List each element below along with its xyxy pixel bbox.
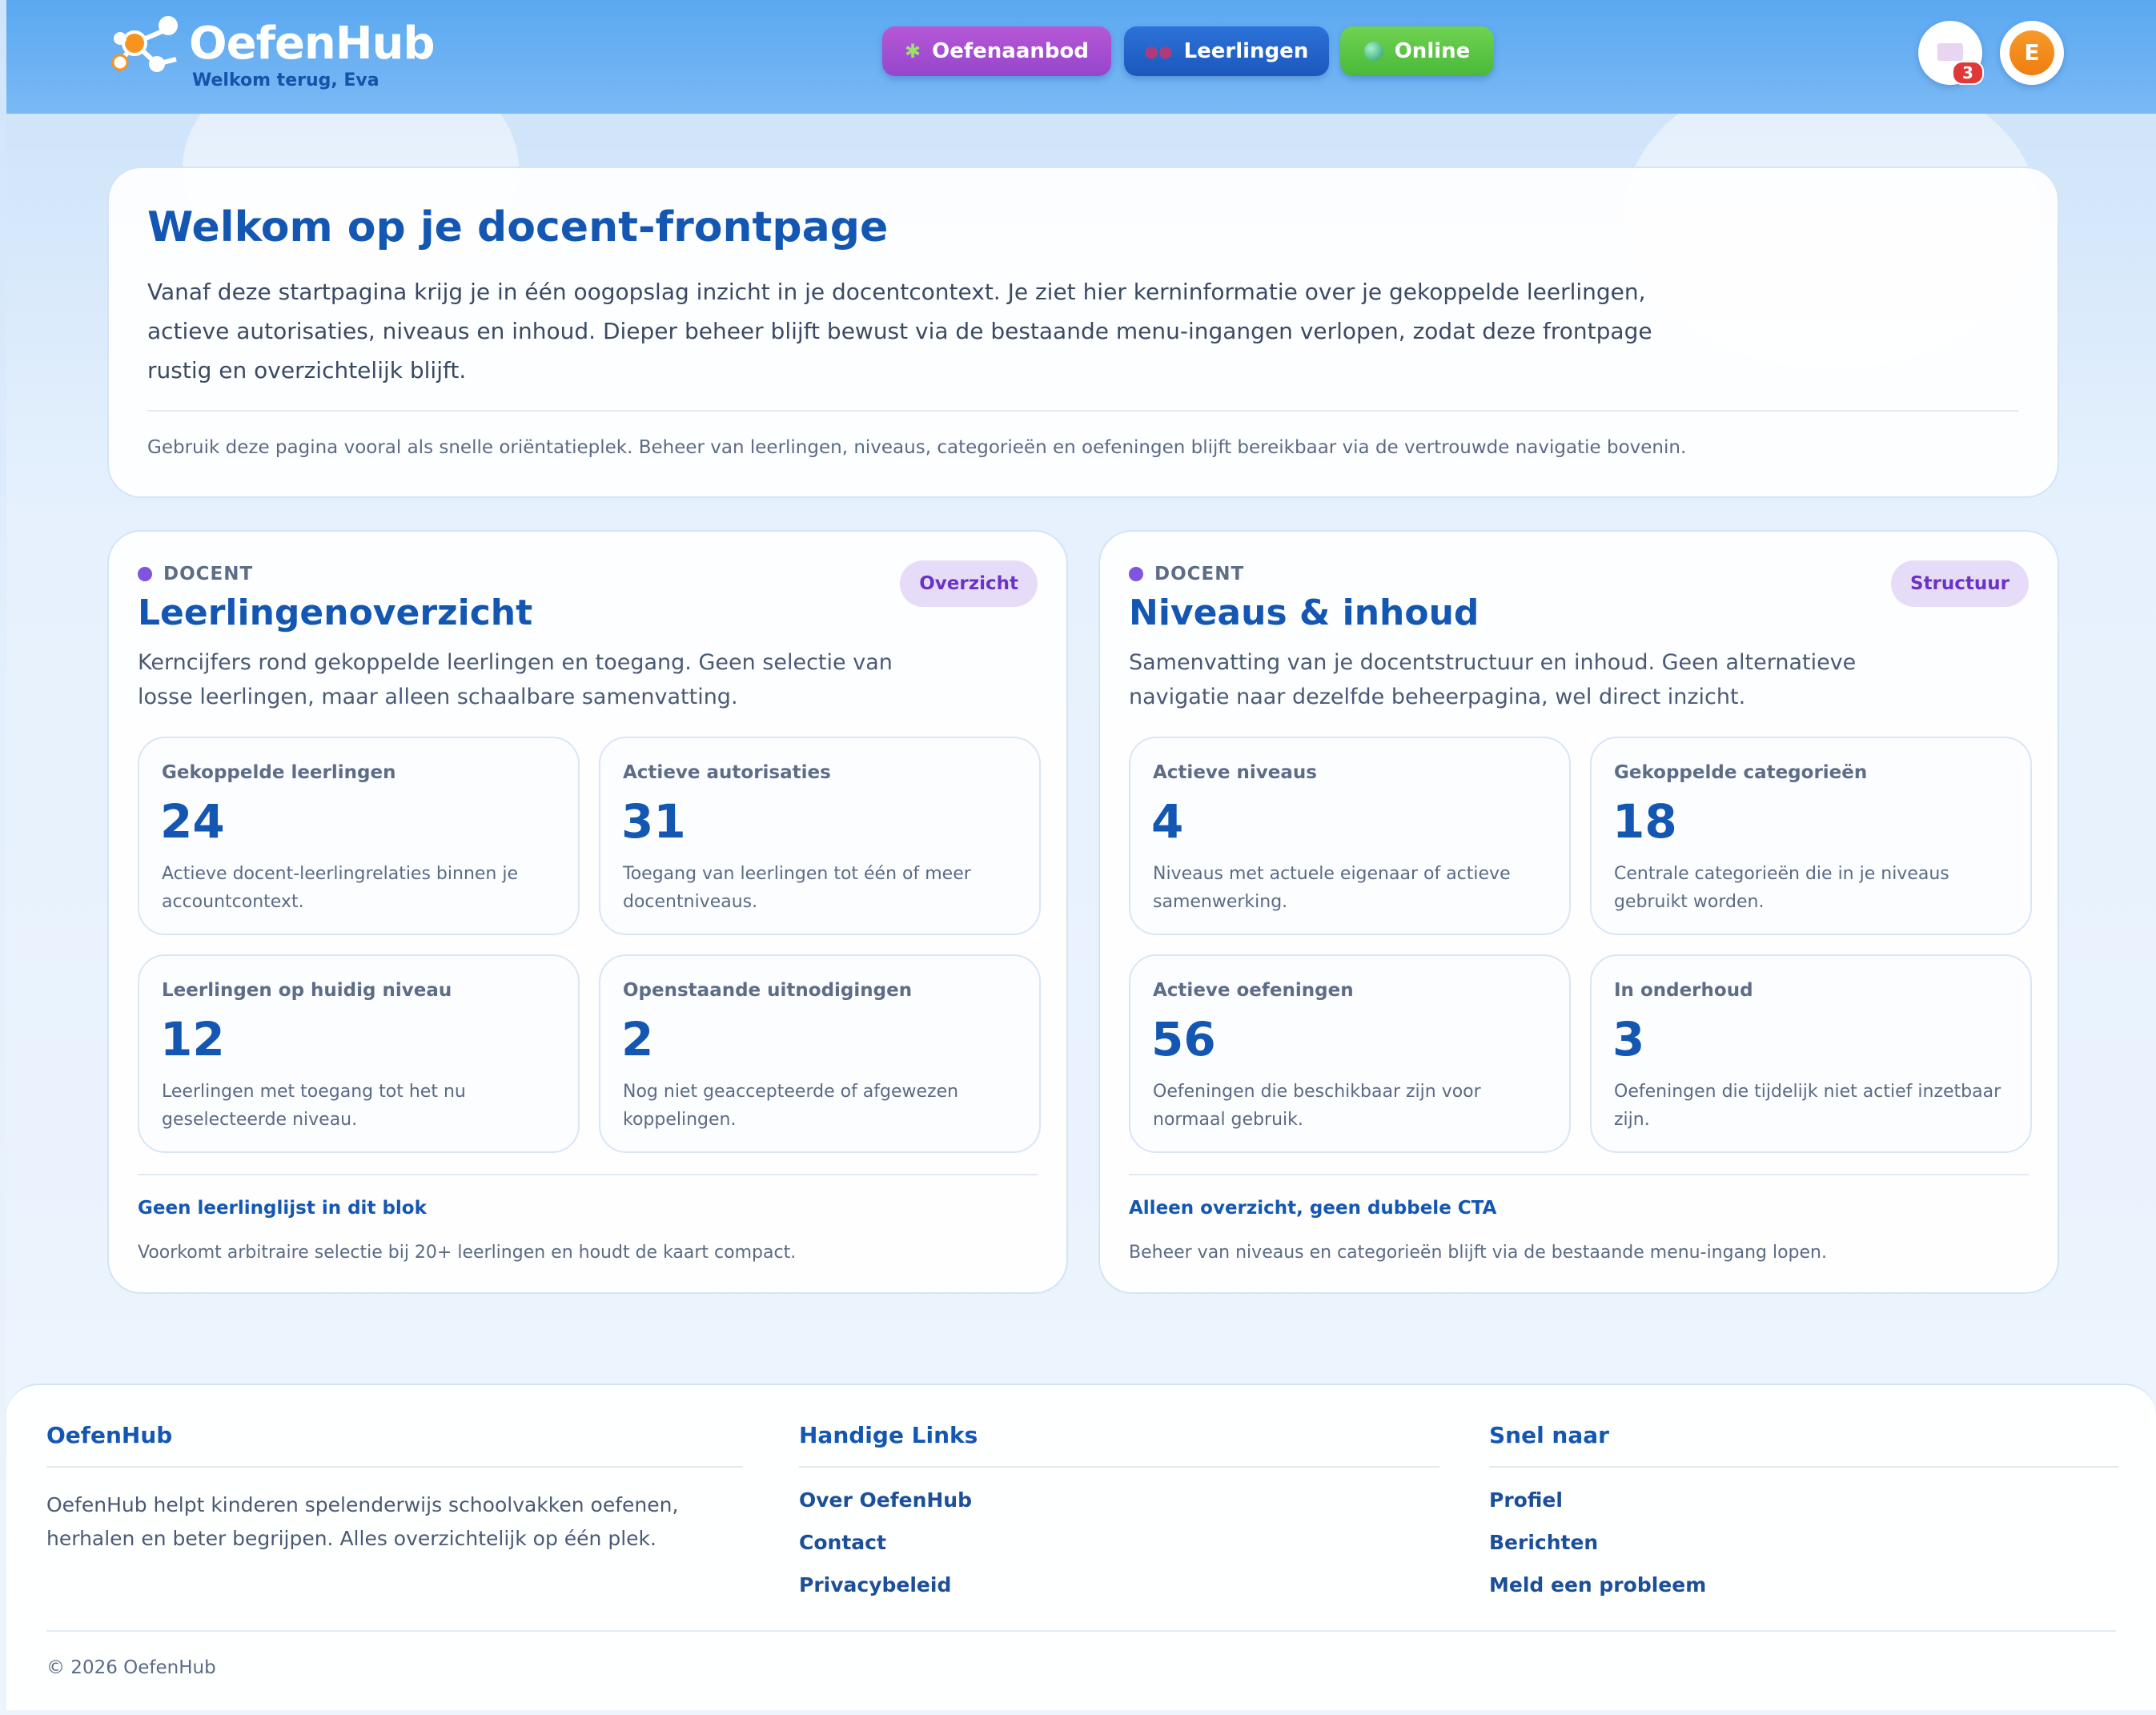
divider	[1129, 1174, 2029, 1175]
stat-value: 3	[1612, 1012, 1645, 1066]
logo-icon[interactable]	[110, 11, 200, 80]
stat-description: Oefeningen die tijdelijk niet actief inz…	[1614, 1082, 2001, 1130]
divider	[147, 410, 2019, 412]
divider	[138, 1174, 1038, 1175]
card-kicker: DOCENT	[138, 564, 253, 584]
messages-button[interactable]: 3	[1918, 21, 1984, 85]
footer-link-profile[interactable]: Profiel	[1489, 1488, 2118, 1512]
people-icon: ●●	[1144, 42, 1173, 61]
footer-link-about[interactable]: Over OefenHub	[799, 1488, 1439, 1512]
stat-tile: In onderhoud 3 Oefeningen die tijdelijk …	[1590, 954, 2032, 1153]
unread-badge: 3	[1952, 61, 1984, 85]
globe-icon	[1363, 42, 1383, 61]
stat-tile: Openstaande uitnodigingen 2 Nog niet gea…	[599, 954, 1041, 1153]
stat-tile: Actieve niveaus 4 Niveaus met actuele ei…	[1129, 737, 1571, 935]
footer-heading: Handige Links	[799, 1422, 978, 1448]
footer-link-messages[interactable]: Berichten	[1489, 1531, 2118, 1554]
stat-description: Toegang van leerlingen tot één of meer d…	[623, 864, 971, 912]
card-footer-note: Beheer van niveaus en categorieën blijft…	[1129, 1243, 1827, 1263]
stat-label: Actieve niveaus	[1153, 762, 1317, 783]
stat-description: Niveaus met actuele eigenaar of actieve …	[1153, 864, 1511, 912]
card-footer-note: Voorkomt arbitraire selectie bij 20+ lee…	[138, 1243, 797, 1263]
footer-link-contact[interactable]: Contact	[799, 1531, 1439, 1554]
stat-tile: Leerlingen op huidig niveau 12 Leerlinge…	[138, 954, 580, 1153]
stat-value: 31	[621, 794, 686, 849]
divider	[799, 1466, 1439, 1468]
divider	[46, 1630, 2116, 1632]
card-title: Niveaus & inhoud	[1129, 592, 1479, 633]
welcome-panel: Welkom op je docent-frontpage Vanaf deze…	[107, 167, 2059, 498]
footer-heading: OefenHub	[46, 1422, 173, 1448]
user-menu-button[interactable]: E	[2000, 21, 2064, 85]
stat-label: Actieve autorisaties	[623, 762, 831, 783]
kicker-label: DOCENT	[163, 564, 254, 584]
card-footer-title: Geen leerlinglijst in dit blok	[138, 1198, 427, 1219]
nav-label: Leerlingen	[1183, 39, 1309, 63]
nav-oefenaanbod-button[interactable]: ✱ Oefenaanbod	[882, 26, 1111, 76]
stat-value: 12	[160, 1012, 225, 1066]
stat-label: Gekoppelde categorieën	[1614, 762, 1868, 783]
divider	[46, 1466, 743, 1468]
stat-value: 4	[1151, 794, 1184, 849]
stat-value: 24	[160, 794, 225, 849]
card-description: Kerncijfers rond gekoppelde leerlingen e…	[138, 650, 893, 709]
stat-tile: Gekoppelde categorieën 18 Centrale categ…	[1590, 737, 2032, 935]
nav-label: Oefenaanbod	[932, 39, 1089, 63]
nav-label: Online	[1394, 39, 1471, 63]
footer-about: OefenHub OefenHub helpt kinderen spelend…	[46, 1422, 743, 1556]
stat-label: Actieve oefeningen	[1153, 980, 1354, 1001]
envelope-icon	[1937, 43, 1963, 61]
levels-content-card: DOCENT Structuur Niveaus & inhoud Samenv…	[1098, 530, 2059, 1294]
stat-tile: Actieve oefeningen 56 Oefeningen die bes…	[1129, 954, 1571, 1153]
footer-quicklinks: Snel naar Profiel Berichten Meld een pro…	[1489, 1422, 2118, 1597]
page-title: Welkom op je docent-frontpage	[147, 203, 889, 251]
nav-online-button[interactable]: Online	[1340, 26, 1494, 76]
footer-heading: Snel naar	[1489, 1422, 1609, 1448]
stat-tile: Gekoppelde leerlingen 24 Actieve docent-…	[138, 737, 580, 935]
divider	[1489, 1466, 2118, 1468]
app-frame: OefenHub Welkom terug, Eva ✱ Oefenaanbod…	[6, 0, 2156, 1710]
site-footer: OefenHub OefenHub helpt kinderen spelend…	[6, 1384, 2156, 1710]
nav-leerlingen-button[interactable]: ●● Leerlingen	[1124, 26, 1329, 76]
brand-name[interactable]: OefenHub	[189, 18, 436, 70]
avatar: E	[2009, 30, 2054, 75]
footer-link-privacy[interactable]: Privacybeleid	[799, 1573, 1439, 1597]
welcome-text: Welkom terug, Eva	[192, 70, 379, 90]
dot-icon	[1129, 567, 1143, 581]
footer-about-text: OefenHub helpt kinderen spelenderwijs sc…	[46, 1493, 679, 1550]
card-footer-title: Alleen overzicht, geen dubbele CTA	[1129, 1198, 1497, 1219]
card-description: Samenvatting van je docentstructuur en i…	[1129, 650, 1857, 709]
stat-value: 2	[621, 1012, 654, 1066]
stat-label: In onderhoud	[1614, 980, 1753, 1001]
copyright: © 2026 OefenHub	[46, 1657, 216, 1678]
stat-value: 56	[1151, 1012, 1216, 1066]
card-title: Leerlingenoverzicht	[138, 592, 533, 633]
stat-description: Oefeningen die beschikbaar zijn voor nor…	[1153, 1082, 1481, 1130]
hint-text: Gebruik deze pagina vooral als snelle or…	[147, 437, 1687, 458]
stat-description: Leerlingen met toegang tot het nu gesele…	[162, 1082, 466, 1130]
dot-icon	[138, 567, 152, 581]
puzzle-icon: ✱	[905, 40, 921, 62]
card-tag: Overzicht	[900, 560, 1038, 607]
footer-link-report-problem[interactable]: Meld een probleem	[1489, 1573, 2118, 1597]
stat-tile: Actieve autorisaties 31 Toegang van leer…	[599, 737, 1041, 935]
card-tag: Structuur	[1891, 560, 2029, 607]
stat-description: Actieve docent-leerlingrelaties binnen j…	[162, 864, 519, 912]
students-overview-card: DOCENT Overzicht Leerlingenoverzicht Ker…	[107, 530, 1068, 1294]
kicker-label: DOCENT	[1154, 564, 1245, 584]
stat-label: Openstaande uitnodigingen	[623, 980, 913, 1001]
top-header: OefenHub Welkom terug, Eva ✱ Oefenaanbod…	[6, 0, 2156, 114]
stat-value: 18	[1612, 794, 1677, 849]
stat-description: Nog niet geaccepteerde of afgewezen kopp…	[623, 1082, 959, 1130]
intro-text: Vanaf deze startpagina krijg je in één o…	[147, 279, 1652, 384]
stat-label: Gekoppelde leerlingen	[162, 762, 396, 783]
stat-description: Centrale categorieën die in je niveaus g…	[1614, 864, 1949, 912]
stat-label: Leerlingen op huidig niveau	[162, 980, 452, 1001]
footer-links: Handige Links Over OefenHub Contact Priv…	[799, 1422, 1439, 1597]
card-kicker: DOCENT	[1129, 564, 1244, 584]
